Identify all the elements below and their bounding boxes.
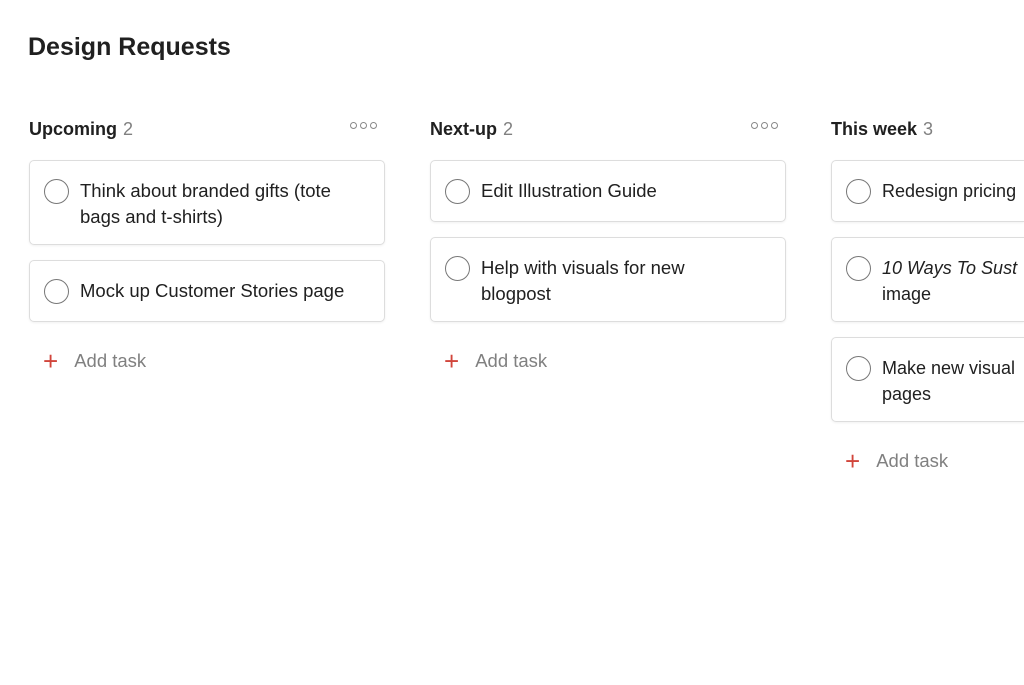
column-upcoming: Upcoming 2 Think about branded gifts (to… [29,116,385,376]
column-name: Upcoming [29,118,117,139]
task-card[interactable]: Think about branded gifts (tote bags and … [29,160,385,245]
page-title: Design Requests [28,33,231,61]
add-task-button[interactable]: + Add task [430,346,786,376]
column-count: 3 [923,118,934,139]
task-title-line: image [882,284,932,304]
column-header: Next-up 2 [430,116,786,142]
task-card[interactable]: Make new visual pages [831,337,1024,422]
add-task-button[interactable]: + Add task [29,346,385,376]
plus-icon: + [845,446,861,476]
add-task-label: Add task [475,350,548,371]
complete-checkbox-icon[interactable] [445,179,470,204]
column-header: This week 3 [831,116,1024,142]
task-title-line: Think about branded gifts (tote [80,180,331,201]
complete-checkbox-icon[interactable] [846,256,871,281]
complete-checkbox-icon[interactable] [445,256,470,281]
add-task-label: Add task [876,450,949,471]
column-count: 2 [123,118,134,139]
add-task-button[interactable]: + Add task [831,446,1024,476]
more-options-icon[interactable] [350,122,377,129]
task-card[interactable]: 10 Ways To Sust image [831,237,1024,322]
column-header: Upcoming 2 [29,116,385,142]
task-title-line: pages [882,384,932,404]
add-task-label: Add task [74,350,147,371]
task-card[interactable]: Help with visuals for new blogpost [430,237,786,322]
column-name: This week [831,118,918,139]
complete-checkbox-icon[interactable] [846,179,871,204]
complete-checkbox-icon[interactable] [846,356,871,381]
column-this-week: This week 3 Redesign pricing 10 Ways To S… [831,116,1024,476]
task-title-line: Help with visuals for new [481,257,685,278]
task-title-line: Mock up Customer Stories page [80,280,345,301]
task-title-line: bags and t-shirts) [80,206,223,227]
column-next-up: Next-up 2 Edit Illustration Guide Help wi… [430,116,786,376]
task-card[interactable]: Mock up Customer Stories page [29,260,385,322]
task-title-line: Make new visual [882,358,1016,378]
complete-checkbox-icon[interactable] [44,179,69,204]
task-title-italic: 10 Ways To Sust [882,258,1018,278]
task-title-line: blogpost [481,283,551,304]
task-title-line: Redesign pricing [882,181,1017,201]
column-count: 2 [503,118,514,139]
task-card[interactable]: Redesign pricing [831,160,1024,222]
more-options-icon[interactable] [751,122,778,129]
task-title-line: Edit Illustration Guide [481,180,657,201]
plus-icon: + [444,346,460,376]
plus-icon: + [43,346,59,376]
complete-checkbox-icon[interactable] [44,279,69,304]
task-card[interactable]: Edit Illustration Guide [430,160,786,222]
column-name: Next-up [430,118,497,139]
